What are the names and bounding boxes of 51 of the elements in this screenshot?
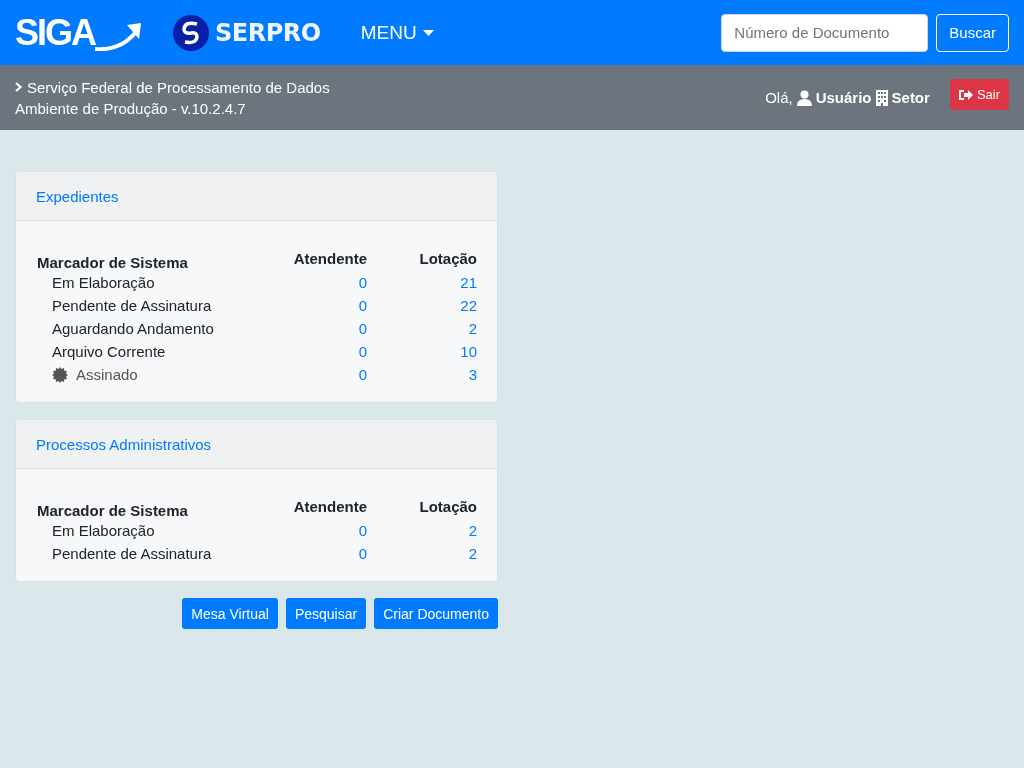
menu-button[interactable]: MENU: [360, 21, 434, 44]
user-icon: [796, 89, 812, 106]
chevron-icon: [15, 82, 22, 92]
document-number-field[interactable]: Número de Documento: [721, 13, 929, 52]
brand-text: SERPRO: [215, 18, 321, 47]
count-link[interactable]: 10: [460, 343, 477, 360]
seal-icon: [52, 366, 68, 383]
count-link[interactable]: 2: [468, 545, 477, 562]
arrow-icon: [95, 20, 143, 51]
card-title[interactable]: Expedientes: [36, 187, 119, 205]
marker-label: Arquivo Corrente: [52, 343, 166, 360]
action-button[interactable]: Criar Documento: [374, 598, 498, 629]
logo-text: SIGA: [15, 14, 95, 51]
marker-label: Em Elaboração: [52, 522, 155, 539]
logo-icon: [173, 14, 209, 51]
search-button[interactable]: Buscar: [936, 13, 1009, 52]
organization-name: Serviço Federal de Processamento de Dados: [27, 78, 330, 96]
count-link[interactable]: 2: [468, 320, 477, 337]
sign-out-icon: [958, 88, 973, 101]
building-icon: [875, 89, 888, 106]
count-link[interactable]: 2: [468, 522, 477, 539]
sector-name: Setor: [891, 89, 930, 106]
action-button[interactable]: Pesquisar: [285, 598, 367, 629]
count-link[interactable]: 0: [358, 297, 367, 314]
column-header: Atendente: [292, 497, 367, 517]
column-header: Marcador de Sistema: [37, 501, 189, 519]
column-header: Atendente: [292, 249, 367, 269]
count-link[interactable]: 0: [358, 522, 367, 539]
count-link[interactable]: 0: [358, 274, 367, 291]
count-link[interactable]: 0: [358, 366, 367, 383]
count-link[interactable]: 0: [358, 545, 367, 562]
marker-label: Pendente de Assinatura: [52, 545, 212, 562]
marker-label: Assinado: [76, 366, 138, 383]
count-link[interactable]: 0: [358, 343, 367, 360]
count-link[interactable]: 22: [460, 297, 477, 314]
count-link[interactable]: 3: [468, 366, 477, 383]
caret-icon: [422, 29, 434, 36]
card-title[interactable]: Processos Administrativos: [36, 435, 212, 453]
logout-button[interactable]: Sair: [949, 79, 1009, 110]
action-button[interactable]: Mesa Virtual: [182, 598, 278, 629]
marker-label: Pendente de Assinatura: [52, 297, 212, 314]
marker-label: Em Elaboração: [52, 274, 155, 291]
greeting: Olá,: [765, 89, 793, 106]
column-header: Lotação: [367, 494, 477, 519]
marker-label: Aguardando Andamento: [52, 320, 214, 337]
column-header: Marcador de Sistema: [37, 253, 189, 271]
column-header: Lotação: [367, 246, 477, 271]
count-link[interactable]: 21: [460, 274, 477, 291]
user-name: Usuário: [815, 89, 872, 106]
count-link[interactable]: 0: [358, 320, 367, 337]
environment-label: Ambiente de Produção - v.10.2.4.7: [15, 99, 247, 117]
